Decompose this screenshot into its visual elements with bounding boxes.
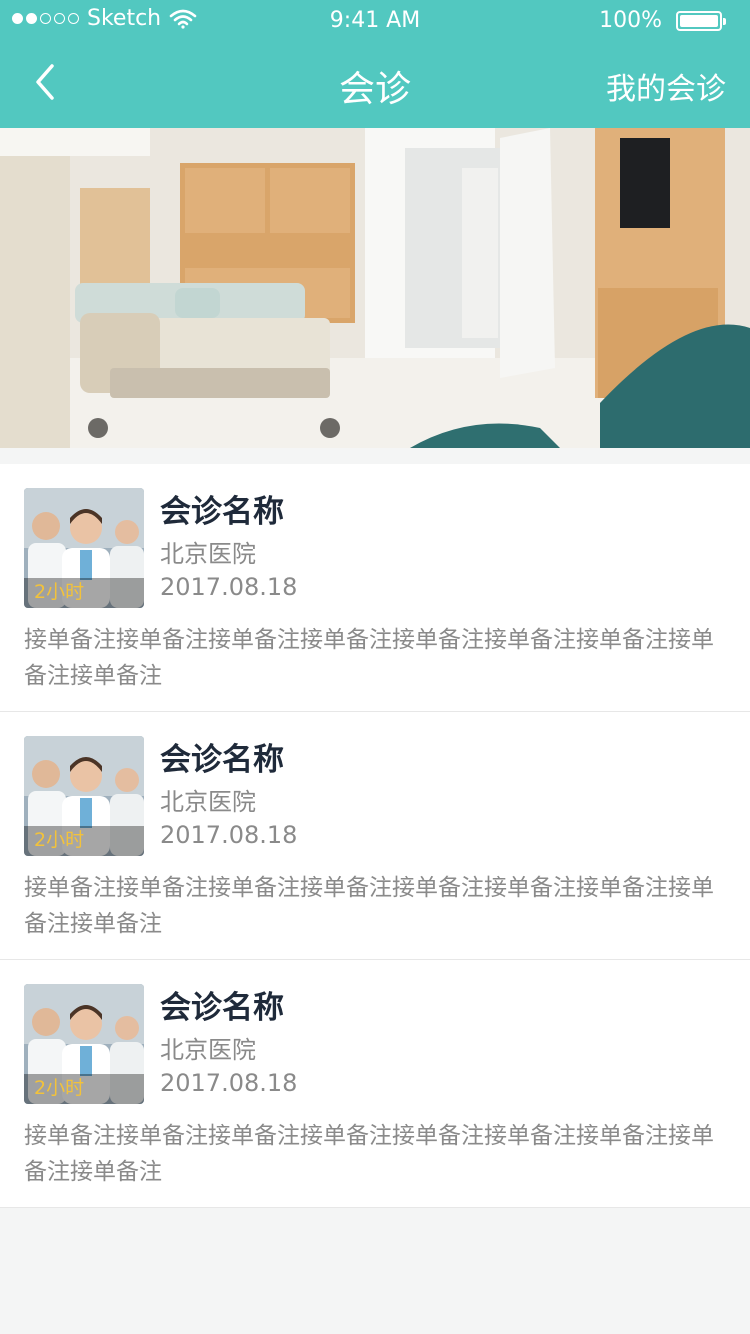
hospital-name: 北京医院	[160, 540, 256, 568]
order-note: 接单备注接单备注接单备注接单备注接单备注接单备注接单备注接单备注接单备注	[24, 627, 714, 689]
consultation-card[interactable]: 2小时 会诊名称 北京医院 2017.08.18 接单备注接单备注接单备注接单备…	[0, 712, 750, 960]
consultation-title: 会诊名称	[160, 742, 284, 778]
back-button[interactable]	[22, 60, 66, 104]
chevron-left-icon	[36, 64, 54, 100]
header-bar: Sketch 9:41 AM 100% 会诊 我的会诊	[0, 0, 750, 128]
battery-status: 100%	[599, 8, 726, 33]
consultation-date: 2017.08.18	[160, 573, 298, 601]
consultation-list: 2小时 会诊名称 北京医院 2017.08.18 接单备注接单备注接单备注接单备…	[0, 464, 750, 1208]
hospital-name: 北京医院	[160, 788, 256, 816]
consultation-title: 会诊名称	[160, 494, 284, 530]
duration-badge: 2小时	[34, 1077, 85, 1099]
hospital-room-banner	[0, 128, 750, 448]
doctors-thumbnail: 2小时	[24, 736, 144, 856]
hospital-name: 北京医院	[160, 1036, 256, 1064]
consultation-card[interactable]: 2小时 会诊名称 北京医院 2017.08.18 接单备注接单备注接单备注接单备…	[0, 960, 750, 1208]
hospital-room-image	[0, 128, 750, 448]
status-bar: Sketch 9:41 AM 100%	[0, 0, 750, 40]
consultation-card[interactable]: 2小时 会诊名称 北京医院 2017.08.18 接单备注接单备注接单备注接单备…	[0, 464, 750, 712]
consultation-title: 会诊名称	[160, 990, 284, 1026]
consultation-date: 2017.08.18	[160, 1069, 298, 1097]
duration-badge: 2小时	[34, 581, 85, 603]
order-note: 接单备注接单备注接单备注接单备注接单备注接单备注接单备注接单备注接单备注	[24, 875, 714, 937]
doctors-thumbnail: 2小时	[24, 984, 144, 1104]
consultation-date: 2017.08.18	[160, 821, 298, 849]
duration-badge: 2小时	[34, 829, 85, 851]
doctors-thumbnail: 2小时	[24, 488, 144, 608]
navigation-bar: 会诊 我的会诊	[0, 40, 750, 128]
battery-icon	[676, 10, 726, 31]
my-consultations-link[interactable]: 我的会诊	[606, 64, 726, 108]
battery-percent: 100%	[599, 8, 662, 33]
order-note: 接单备注接单备注接单备注接单备注接单备注接单备注接单备注接单备注接单备注	[24, 1123, 714, 1185]
